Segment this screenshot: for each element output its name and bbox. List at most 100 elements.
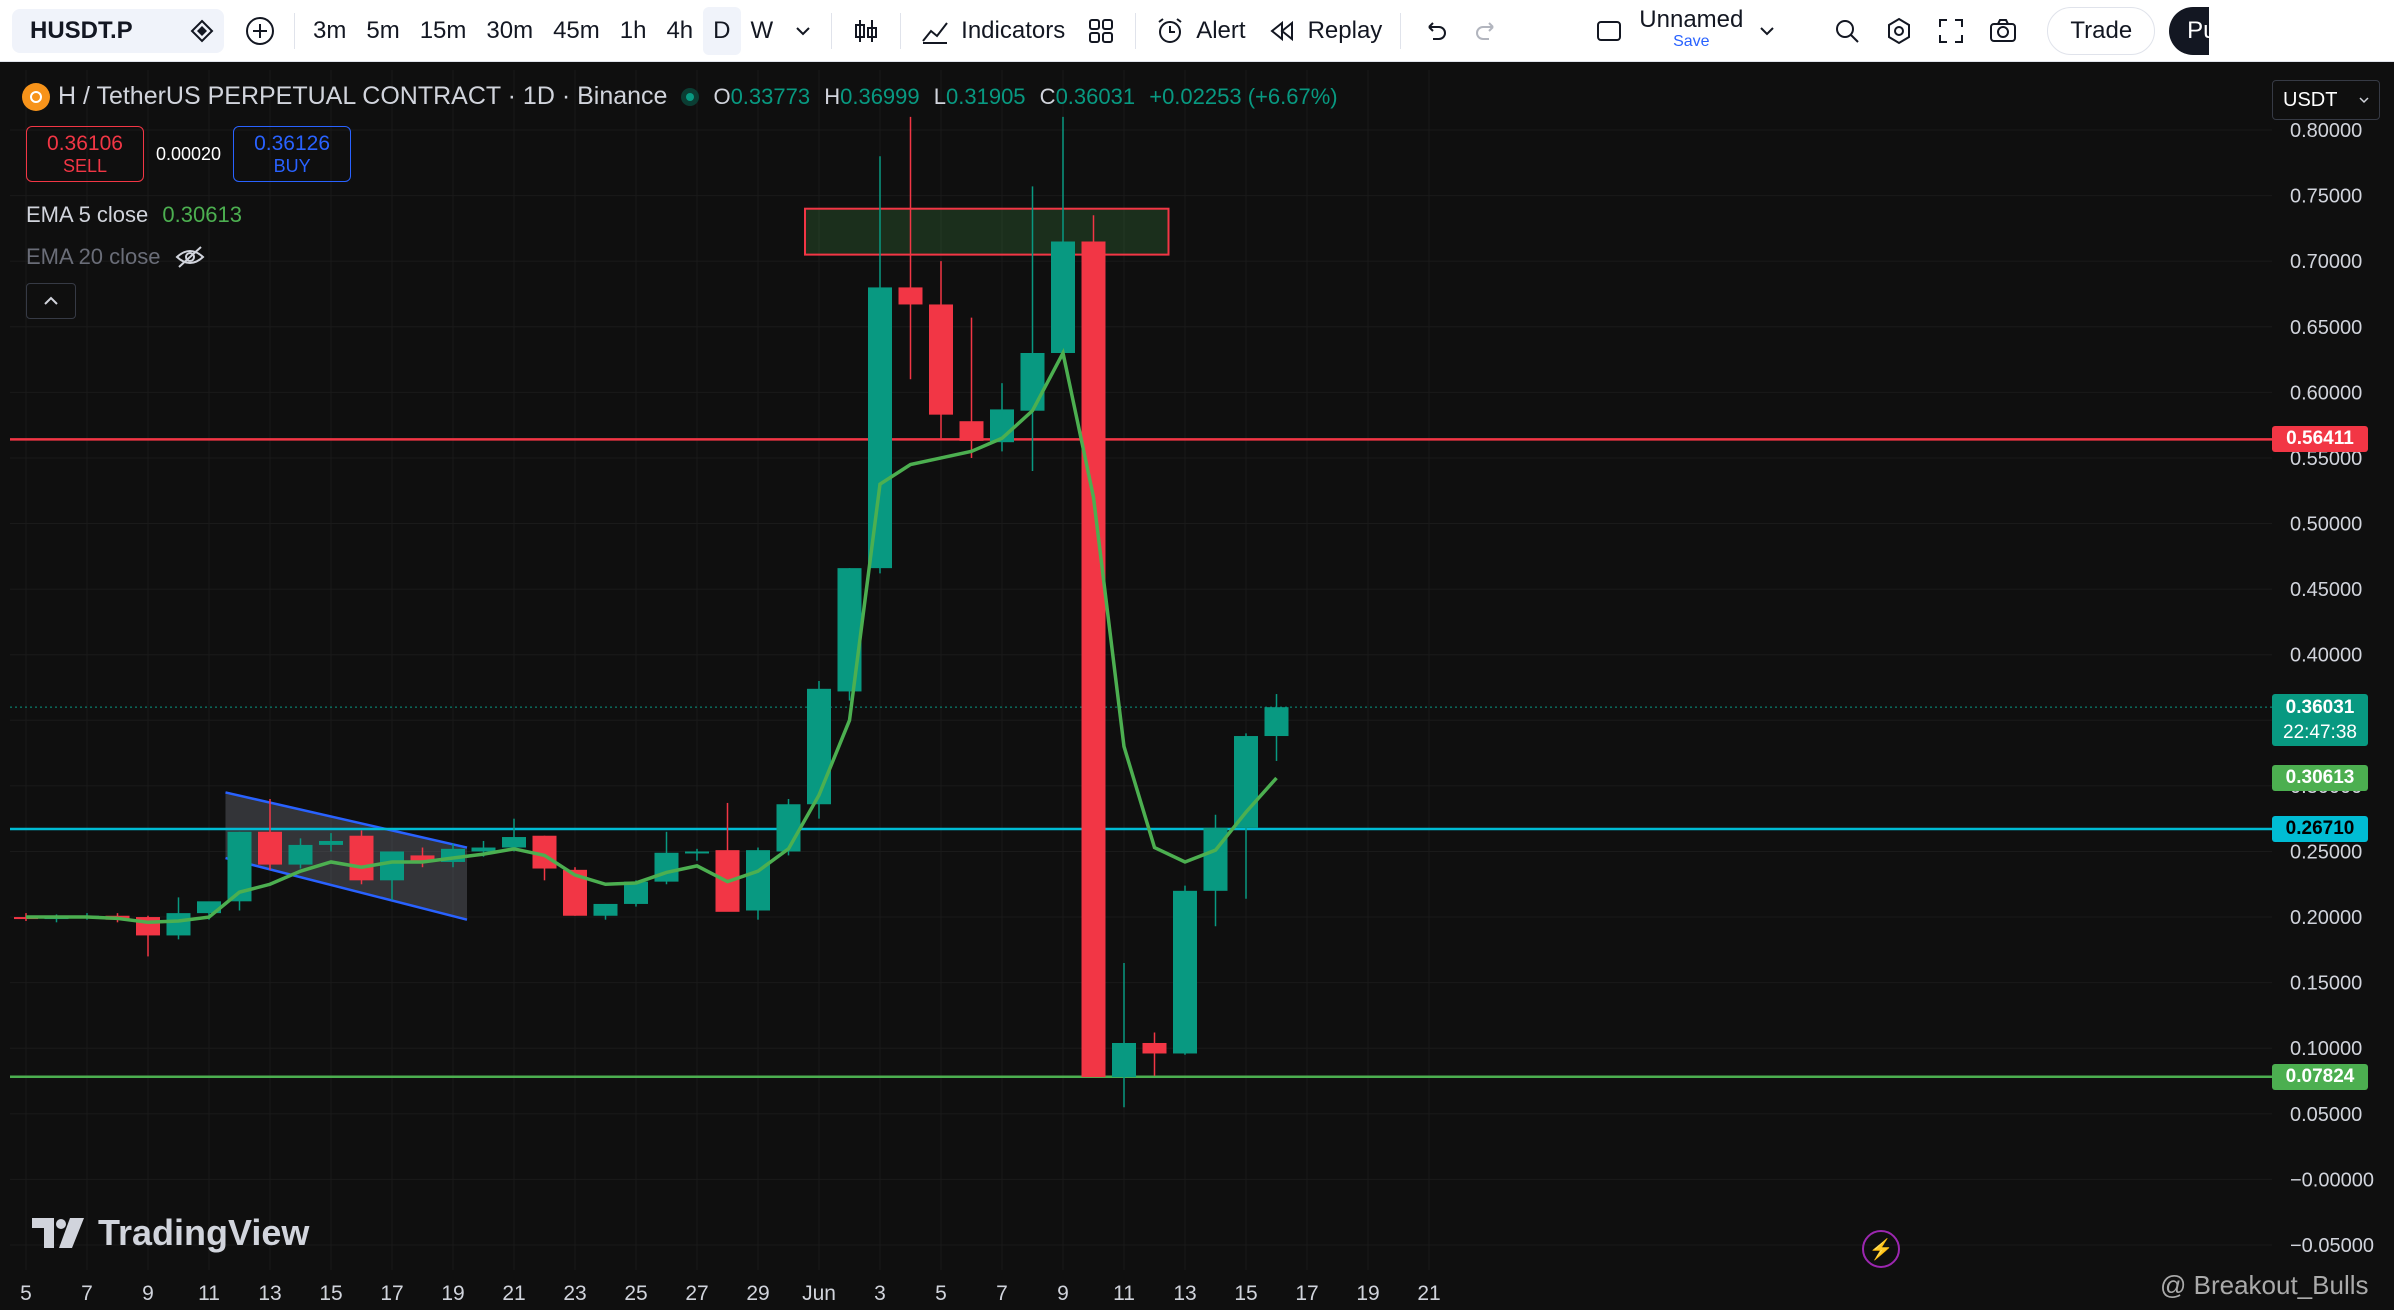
- y-tick-label: 0.20000: [2290, 907, 2362, 929]
- chevron-down-icon: [796, 26, 810, 35]
- candle-body: [380, 851, 404, 881]
- interval-30m[interactable]: 30m: [476, 7, 543, 55]
- ema-price-label: 0.30613: [2272, 764, 2368, 791]
- eye-hidden-icon[interactable]: [175, 245, 205, 269]
- candle-body: [929, 304, 953, 415]
- publish-button[interactable]: Pu: [2169, 6, 2210, 55]
- tradingview-logo: TradingView: [32, 1212, 309, 1254]
- sell-price: 0.36106: [47, 131, 123, 155]
- candle-body: [1081, 241, 1106, 1078]
- sell-label: SELL: [62, 155, 108, 176]
- symbol-name: HUSDT.P: [30, 16, 133, 44]
- trade-label: Trade: [2070, 16, 2133, 44]
- candle-body: [319, 840, 343, 845]
- y-tick-label: 0.75000: [2290, 186, 2362, 208]
- ema5-label: EMA 5 close: [26, 202, 149, 227]
- chevron-down-icon: [2359, 97, 2369, 104]
- interval-15m[interactable]: 15m: [410, 7, 477, 55]
- candle-body: [502, 837, 526, 848]
- indicators-icon: [922, 21, 948, 44]
- interval-5m[interactable]: 5m: [356, 7, 409, 55]
- y-tick-label: −0.05000: [2290, 1235, 2374, 1257]
- change-value: +0.02253 (+6.67%): [1149, 83, 1338, 109]
- trade-button[interactable]: Trade: [2047, 6, 2156, 55]
- crypto-symbol-icon[interactable]: [180, 9, 224, 53]
- interval-45m[interactable]: 45m: [543, 7, 610, 55]
- fullscreen-icon: [1939, 18, 1964, 43]
- indicators-button[interactable]: Indicators: [909, 0, 1075, 62]
- ema5-legend[interactable]: EMA 5 close 0.30613: [26, 202, 242, 228]
- legend-title: H / TetherUS PERPETUAL CONTRACT · 1D · B…: [58, 82, 668, 110]
- undo-icon: [1428, 21, 1447, 40]
- candle-body: [1173, 890, 1197, 1054]
- candle-body: [959, 421, 984, 441]
- x-tick-label: 27: [685, 1282, 708, 1305]
- interval-W[interactable]: W: [741, 7, 784, 55]
- collapse-legend-button[interactable]: [26, 283, 76, 319]
- candle-body: [898, 287, 923, 305]
- blue-line-price-text: 0.26710: [2285, 818, 2355, 840]
- interval-1h[interactable]: 1h: [610, 7, 657, 55]
- candle-body: [837, 568, 862, 692]
- y-tick-label: 0.15000: [2290, 973, 2362, 995]
- candle-body: [349, 835, 374, 881]
- separator: [1400, 12, 1402, 49]
- buy-button[interactable]: 0.36126 BUY: [233, 126, 352, 182]
- ema5-value: 0.30613: [162, 202, 242, 227]
- candle-body: [654, 852, 679, 882]
- x-tick-label: 9: [142, 1282, 154, 1305]
- interval-4h[interactable]: 4h: [656, 7, 703, 55]
- x-tick-label: Jun: [802, 1282, 836, 1305]
- alert-button[interactable]: Alert: [1144, 0, 1255, 62]
- interval-3m[interactable]: 3m: [303, 7, 356, 55]
- resistance-price-label: 0.56411: [2272, 426, 2368, 453]
- price-chart[interactable]: 0.800000.750000.700000.650000.600000.550…: [10, 70, 2394, 1306]
- tradingview-logo-text: TradingView: [98, 1212, 310, 1253]
- x-tick-label: 25: [624, 1282, 647, 1305]
- layout-name: Unnamed: [1639, 5, 1744, 33]
- y-tick-label: 0.05000: [2290, 1104, 2362, 1126]
- y-tick-label: −0.00000: [2290, 1169, 2374, 1191]
- x-tick-label: 21: [502, 1282, 525, 1305]
- y-tick-label: 0.80000: [2290, 120, 2362, 142]
- symbol-search[interactable]: HUSDT.P: [12, 8, 224, 53]
- y-tick-label: 0.70000: [2290, 251, 2362, 273]
- sell-button[interactable]: 0.36106 SELL: [26, 126, 144, 182]
- interval-list: 3m 5m 15m 30m 45m 1h 4h D W: [303, 0, 783, 62]
- quick-search-button[interactable]: [1821, 0, 1873, 62]
- settings-button[interactable]: [1873, 0, 1925, 62]
- publish-label: Pu: [2187, 16, 2209, 44]
- bolt-icon[interactable]: ⚡: [1862, 1230, 1900, 1268]
- interval-D[interactable]: D: [703, 6, 741, 55]
- currency-select[interactable]: USDT: [2272, 80, 2380, 120]
- x-tick-label: 17: [1295, 1282, 1318, 1305]
- templates-button[interactable]: [1075, 0, 1127, 62]
- ema20-legend[interactable]: EMA 20 close: [26, 244, 205, 270]
- blue-line-price-label: 0.26710: [2272, 816, 2368, 843]
- undo-button[interactable]: [1409, 0, 1461, 62]
- x-tick-label: 5: [20, 1282, 32, 1305]
- x-tick-label: 17: [380, 1282, 403, 1305]
- x-tick-label: 5: [935, 1282, 947, 1305]
- fullscreen-button[interactable]: [1925, 0, 1977, 62]
- x-tick-label: 11: [198, 1282, 220, 1305]
- add-symbol-button[interactable]: [234, 0, 286, 62]
- chart-type-button[interactable]: [840, 0, 892, 62]
- redo-button[interactable]: [1461, 0, 1513, 62]
- candle-body: [1142, 1042, 1167, 1054]
- snapshot-button[interactable]: [1977, 0, 2029, 62]
- layout-save-label: Save: [1673, 32, 1710, 50]
- separator: [294, 12, 295, 49]
- y-tick-label: 0.40000: [2290, 645, 2362, 667]
- candle-body: [746, 850, 770, 911]
- alarm-clock-icon: [1158, 17, 1182, 43]
- candle-body: [1112, 1042, 1136, 1078]
- layout-select[interactable]: Unnamed Save: [1583, 0, 1787, 62]
- replay-button[interactable]: Replay: [1256, 0, 1393, 62]
- chart-pane[interactable]: 0.80000 0.75000 0.70000 0.65000 0.60000 0.550…: [10, 70, 2394, 1306]
- candles-icon: [855, 19, 878, 42]
- buy-price: 0.36126: [254, 131, 331, 155]
- interval-dropdown-button[interactable]: [783, 0, 823, 62]
- x-tick-label: 21: [1417, 1282, 1440, 1305]
- low-label: L: [933, 83, 947, 109]
